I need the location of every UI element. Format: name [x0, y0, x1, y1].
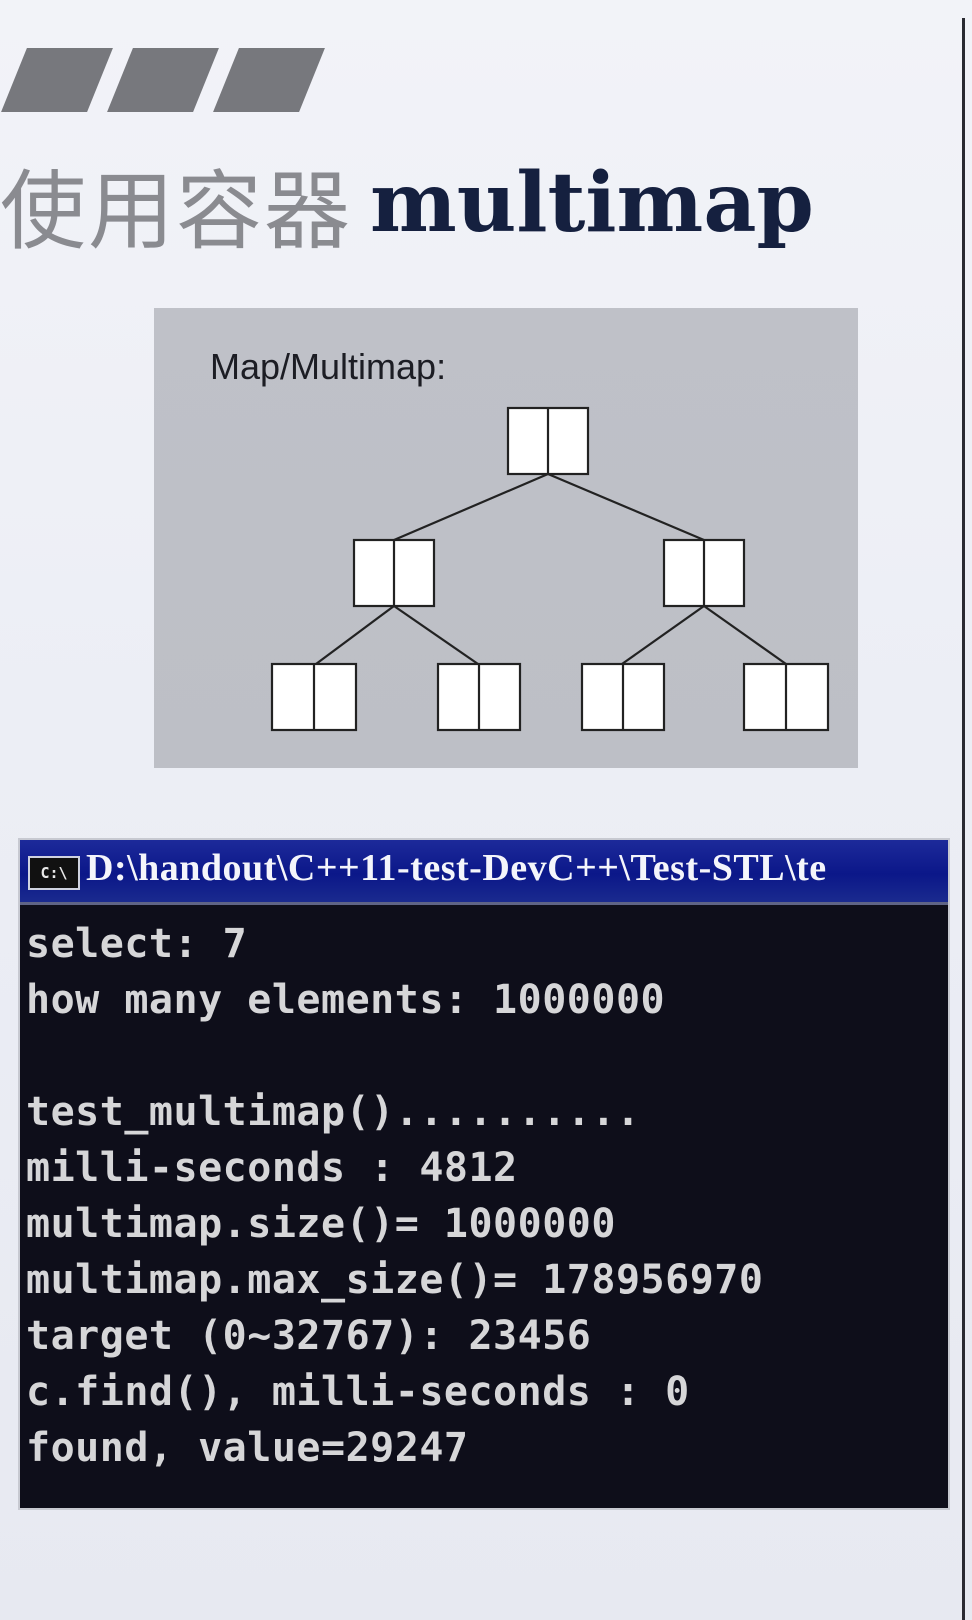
- console-line: test_multimap()..........: [26, 1089, 641, 1135]
- tree-edge: [393, 605, 479, 665]
- console-line: select: 7: [26, 921, 248, 967]
- console-window-title: D:\handout\C++11-test-DevC++\Test-STL\te: [86, 847, 827, 889]
- tree-edge: [621, 605, 705, 665]
- title-decoration-bar: [107, 48, 219, 112]
- tree-node-leaf: [436, 662, 522, 732]
- multimap-tree-diagram: Map/Multimap:: [154, 308, 858, 768]
- tree-edge: [703, 605, 787, 665]
- console-line: milli-seconds : 4812: [26, 1145, 518, 1191]
- console-app-icon[interactable]: C:\: [28, 856, 80, 890]
- console-line: found, value=29247: [26, 1425, 469, 1471]
- slide-title-cjk: 使用容器: [0, 161, 352, 262]
- tree-node-leaf: [580, 662, 666, 732]
- console-line: multimap.max_size()= 178956970: [26, 1257, 764, 1303]
- tree-edge: [547, 472, 705, 542]
- slide-edge-divider: [962, 18, 965, 1620]
- tree-node-leaf: [270, 662, 358, 732]
- title-decoration-bar: [1, 48, 113, 112]
- tree-node-leaf: [742, 662, 830, 732]
- console-window[interactable]: C:\ D:\handout\C++11-test-DevC++\Test-ST…: [20, 840, 948, 1508]
- console-line: multimap.size()= 1000000: [26, 1201, 616, 1247]
- console-titlebar[interactable]: C:\ D:\handout\C++11-test-DevC++\Test-ST…: [20, 840, 948, 905]
- console-line: how many elements: 1000000: [26, 977, 666, 1023]
- slide-title-latin: multimap: [370, 155, 814, 251]
- tree-node-root: [506, 406, 590, 476]
- title-decoration-bar: [213, 48, 325, 112]
- tree-node: [352, 538, 436, 608]
- tree-edge: [393, 472, 549, 542]
- console-output[interactable]: select: 7 how many elements: 1000000 tes…: [26, 916, 942, 1476]
- slide-title: 使用容器 multimap: [0, 148, 814, 262]
- console-line: target (0~32767): 23456: [26, 1313, 592, 1359]
- tree-edge: [315, 605, 395, 665]
- console-line: c.find(), milli-seconds : 0: [26, 1369, 690, 1415]
- tree-svg: [270, 406, 830, 732]
- tree-node: [662, 538, 746, 608]
